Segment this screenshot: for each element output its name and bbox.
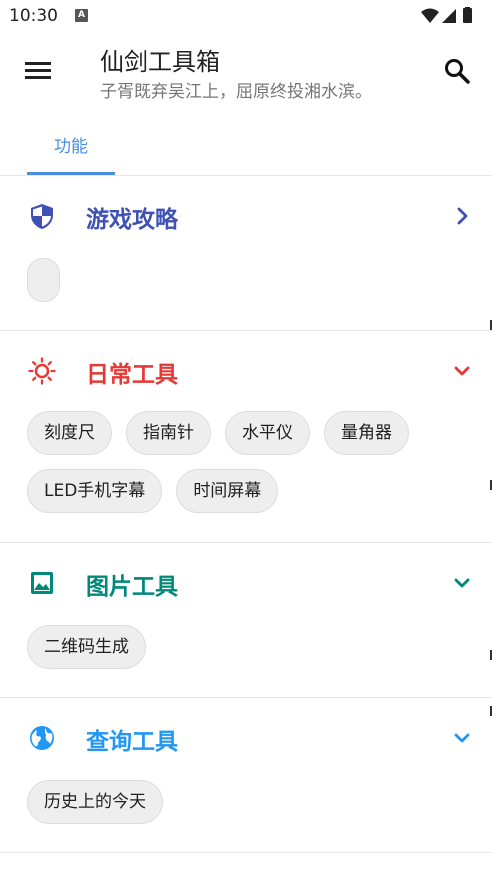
chip-list — [27, 258, 467, 302]
status-icons — [420, 7, 480, 29]
chevron-right-icon — [457, 207, 468, 225]
empty-chip[interactable] — [27, 258, 60, 302]
section-daily-tools: 日常工具 刻度尺 指南针 水平仪 量角器 LED手机字幕 时间屏幕 — [0, 331, 492, 543]
section-title: 图片工具 — [86, 574, 178, 600]
app-title: 仙剑工具箱 — [100, 48, 220, 76]
menu-icon — [25, 62, 51, 79]
status-time: 10:30 — [9, 6, 58, 26]
app-subtitle: 子胥既弃吴江上，屈原终投湘水滨。 — [100, 82, 372, 102]
sun-icon — [28, 357, 56, 385]
chevron-down-icon — [454, 578, 470, 588]
chip-protractor[interactable]: 量角器 — [324, 411, 409, 455]
chip-today-in-history[interactable]: 历史上的今天 — [27, 780, 163, 824]
battery-icon — [463, 7, 472, 23]
globe-icon — [30, 726, 54, 750]
menu-button[interactable] — [22, 54, 56, 88]
section-header[interactable]: 查询工具 — [0, 698, 492, 778]
tab-label: 功能 — [54, 137, 88, 157]
chip-led-subtitle[interactable]: LED手机字幕 — [27, 469, 163, 513]
search-icon — [445, 59, 470, 84]
app-bar: 仙剑工具箱 子胥既弃吴江上，屈原终投湘水滨。 — [0, 32, 492, 112]
section-game-guide: 游戏攻略 — [0, 176, 492, 331]
section-header[interactable]: 游戏攻略 — [0, 176, 492, 256]
notification-a-icon: A — [75, 9, 88, 22]
tab-functions[interactable]: 功能 — [27, 112, 115, 175]
tab-bar: 功能 — [0, 112, 492, 176]
chip-compass[interactable]: 指南针 — [126, 411, 211, 455]
chip-qr-generator[interactable]: 二维码生成 — [27, 625, 146, 669]
chip-list: 历史上的今天 — [27, 780, 467, 824]
chip-level[interactable]: 水平仪 — [225, 411, 310, 455]
section-image-tools: 图片工具 二维码生成 — [0, 543, 492, 698]
chip-list: 刻度尺 指南针 水平仪 量角器 LED手机字幕 时间屏幕 — [27, 411, 467, 513]
section-title: 查询工具 — [86, 729, 178, 755]
chip-ruler[interactable]: 刻度尺 — [27, 411, 112, 455]
signal-icon — [442, 9, 456, 23]
wifi-icon — [421, 8, 439, 23]
section-query-tools: 查询工具 历史上的今天 — [0, 698, 492, 853]
section-title: 游戏攻略 — [86, 207, 178, 233]
section-header[interactable]: 日常工具 — [0, 331, 492, 411]
tab-indicator — [27, 172, 115, 175]
section-header[interactable]: 图片工具 — [0, 543, 492, 623]
search-button[interactable] — [440, 54, 474, 88]
shield-icon — [31, 204, 53, 229]
chevron-down-icon — [454, 366, 470, 376]
chevron-down-icon — [454, 733, 470, 743]
chip-time-screen[interactable]: 时间屏幕 — [176, 469, 279, 513]
status-bar: 10:30 A — [0, 0, 492, 32]
chip-list: 二维码生成 — [27, 625, 467, 669]
image-icon — [31, 572, 53, 594]
section-title: 日常工具 — [86, 362, 178, 388]
